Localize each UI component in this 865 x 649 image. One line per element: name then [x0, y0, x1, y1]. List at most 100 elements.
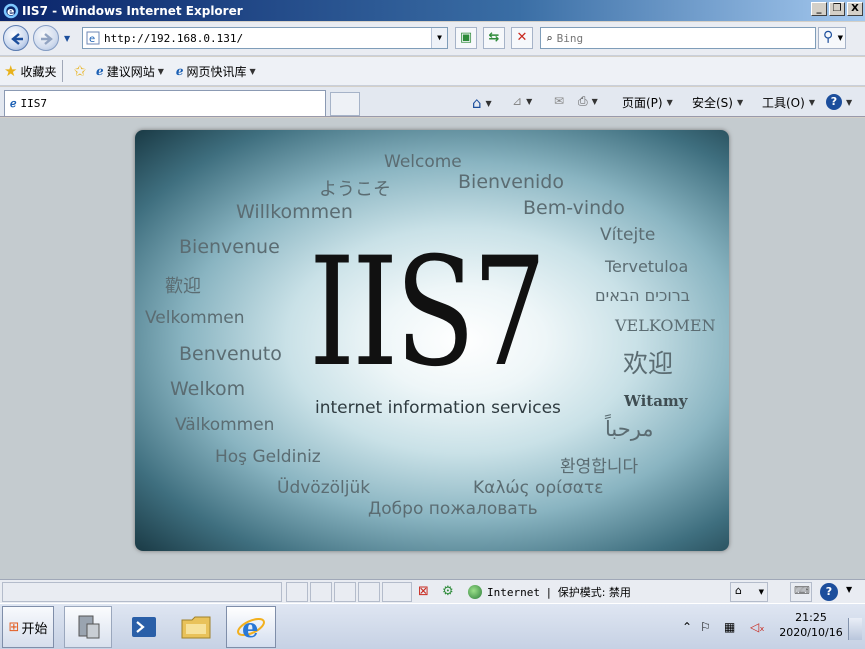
- page-icon: e: [86, 31, 100, 45]
- powershell-button[interactable]: [120, 606, 168, 648]
- home-button[interactable]: ⌂ ▼: [472, 94, 492, 112]
- zone-settings-button[interactable]: ⌂ ▼: [730, 582, 768, 602]
- chevron-down-icon: ▼: [758, 588, 764, 596]
- ie-page-icon: ℯ: [175, 64, 184, 78]
- stop-button[interactable]: ✕: [511, 27, 533, 49]
- close-button[interactable]: X: [847, 2, 863, 16]
- title-bar: e IIS7 - Windows Internet Explorer _ ❐ X: [0, 0, 865, 21]
- status-text-cell: [2, 582, 282, 602]
- status-cell: [310, 582, 332, 602]
- chevron-down-icon: ▼: [526, 96, 533, 106]
- network-icon[interactable]: ▦: [724, 620, 735, 634]
- page-content: Welcome ようこそ Bienvenido Willkommen Bem-v…: [0, 118, 865, 579]
- chevron-down-icon: ▼: [157, 66, 164, 76]
- tools-menu[interactable]: 工具(O) ▼: [762, 94, 815, 111]
- search-options-icon[interactable]: ▼: [838, 34, 843, 42]
- start-button[interactable]: ⊞ 开始: [2, 606, 54, 648]
- zone-label: Internet: [487, 585, 540, 599]
- favorite-item-suggested[interactable]: ℯ 建议网站 ▼: [96, 63, 164, 80]
- compatibility-icon: ▣: [459, 30, 473, 45]
- rss-icon: ⊿: [512, 94, 523, 108]
- iis7-logo-title: IIS7: [309, 226, 547, 400]
- page-menu-label: 页面(P): [622, 96, 663, 110]
- page-menu[interactable]: 页面(P) ▼: [622, 94, 673, 111]
- welcome-word: Welcome: [384, 152, 462, 172]
- mail-button[interactable]: ✉: [554, 94, 564, 108]
- server-manager-button[interactable]: [64, 606, 112, 648]
- forward-button[interactable]: [33, 25, 59, 51]
- tab-iis7[interactable]: ℯ IIS7: [4, 90, 326, 116]
- volume-muted-icon[interactable]: ◁ₓ: [750, 620, 765, 634]
- print-button[interactable]: ⎙ ▼: [578, 94, 598, 109]
- welcome-word: مرحباً: [605, 417, 654, 441]
- addon-icon[interactable]: ⚙: [442, 584, 454, 599]
- internet-explorer-button[interactable]: e: [226, 606, 276, 648]
- chevron-down-icon: ▼: [591, 97, 598, 106]
- search-input[interactable]: ⌕ Bing: [540, 27, 816, 49]
- iis7-welcome-poster: Welcome ようこそ Bienvenido Willkommen Bem-v…: [135, 130, 729, 551]
- security-zone[interactable]: Internet | 保护模式: 禁用: [468, 584, 631, 600]
- welcome-word: Welkom: [170, 378, 246, 400]
- star-icon: ★: [4, 62, 18, 80]
- keyboard-icon: ⌨: [794, 584, 810, 597]
- chevron-down-icon[interactable]: ▼: [846, 585, 852, 594]
- address-dropdown-icon[interactable]: ▼: [431, 28, 447, 48]
- help-button[interactable]: ? ▼: [826, 94, 852, 110]
- search-button[interactable]: ⚲ ▼: [818, 27, 846, 49]
- welcome-word: Hoş Geldiniz: [215, 447, 321, 467]
- navigation-bar: ▼ e http://192.168.0.131/ ▼ ▣ ⇆ ✕ ⌕ Bing…: [0, 22, 865, 56]
- refresh-button[interactable]: ⇆: [483, 27, 505, 49]
- ie-page-icon: ℯ: [96, 64, 104, 78]
- status-cell: [334, 582, 356, 602]
- tools-menu-label: 工具(O): [762, 96, 805, 110]
- system-clock[interactable]: 21:25 2020/10/16: [776, 610, 846, 640]
- protected-mode-label: 保护模式: 禁用: [557, 586, 631, 599]
- address-bar[interactable]: e http://192.168.0.131/ ▼: [82, 27, 448, 49]
- history-dropdown-icon[interactable]: ▼: [64, 34, 70, 43]
- status-bar: ⊠ ⚙ Internet | 保护模式: 禁用 ⌂ ▼ ⌨ ? ▼: [0, 579, 865, 603]
- safety-menu[interactable]: 安全(S) ▼: [692, 94, 743, 111]
- add-favorite-button[interactable]: ✩: [73, 62, 86, 80]
- action-center-flag-icon[interactable]: ⚐: [700, 620, 711, 634]
- new-tab-button[interactable]: [330, 92, 360, 116]
- minimize-button[interactable]: _: [811, 2, 827, 16]
- chevron-down-icon: ▼: [846, 97, 853, 107]
- svg-text:e: e: [7, 5, 14, 18]
- welcome-word: Benvenuto: [179, 343, 282, 365]
- search-placeholder: Bing: [556, 31, 584, 45]
- compatibility-view-button[interactable]: ▣: [455, 27, 477, 49]
- home-icon: ⌂: [472, 94, 482, 112]
- zone-settings-icon: ⌂: [735, 584, 742, 597]
- welcome-word: Tervetuloa: [605, 257, 689, 276]
- url-text[interactable]: http://192.168.0.131/: [104, 32, 243, 45]
- powershell-icon: [132, 617, 156, 637]
- chevron-down-icon: ▼: [736, 98, 744, 107]
- help-icon[interactable]: ?: [820, 583, 838, 601]
- welcome-word: Välkommen: [175, 415, 275, 435]
- welcome-word: Bienvenue: [179, 236, 280, 258]
- favorites-button[interactable]: ★ 收藏夹: [4, 62, 56, 80]
- keyboard-button[interactable]: ⌨: [790, 582, 812, 602]
- chevron-down-icon: ▼: [249, 66, 256, 76]
- welcome-word: Καλώς ορίσατε: [473, 478, 604, 498]
- safety-menu-label: 安全(S): [692, 96, 733, 110]
- favorite-item-label: 建议网站: [106, 64, 155, 79]
- chevron-down-icon: ▼: [485, 98, 492, 108]
- status-cell: [286, 582, 308, 602]
- tray-expand-icon[interactable]: ⌃: [682, 620, 692, 634]
- welcome-word: 歡迎: [165, 276, 201, 297]
- favorite-item-webslice[interactable]: ℯ 网页快讯库 ▼: [176, 63, 256, 80]
- explorer-button[interactable]: [172, 606, 220, 648]
- favorites-bar: ★ 收藏夹 ✩ ℯ 建议网站 ▼ ℯ 网页快讯库 ▼: [0, 57, 865, 86]
- svg-text:e: e: [242, 614, 259, 643]
- show-desktop-button[interactable]: [848, 618, 862, 640]
- back-button[interactable]: [3, 25, 29, 51]
- server-manager-icon: [78, 615, 100, 639]
- search-icon: ⌕: [546, 31, 553, 45]
- restore-button[interactable]: ❐: [829, 2, 845, 16]
- clock-date: 2020/10/16: [779, 626, 843, 639]
- feeds-button[interactable]: ⊿ ▼: [512, 94, 532, 108]
- chevron-down-icon: ▼: [666, 98, 673, 107]
- help-icon: ?: [826, 94, 842, 110]
- blocked-content-icon[interactable]: ⊠: [418, 584, 429, 599]
